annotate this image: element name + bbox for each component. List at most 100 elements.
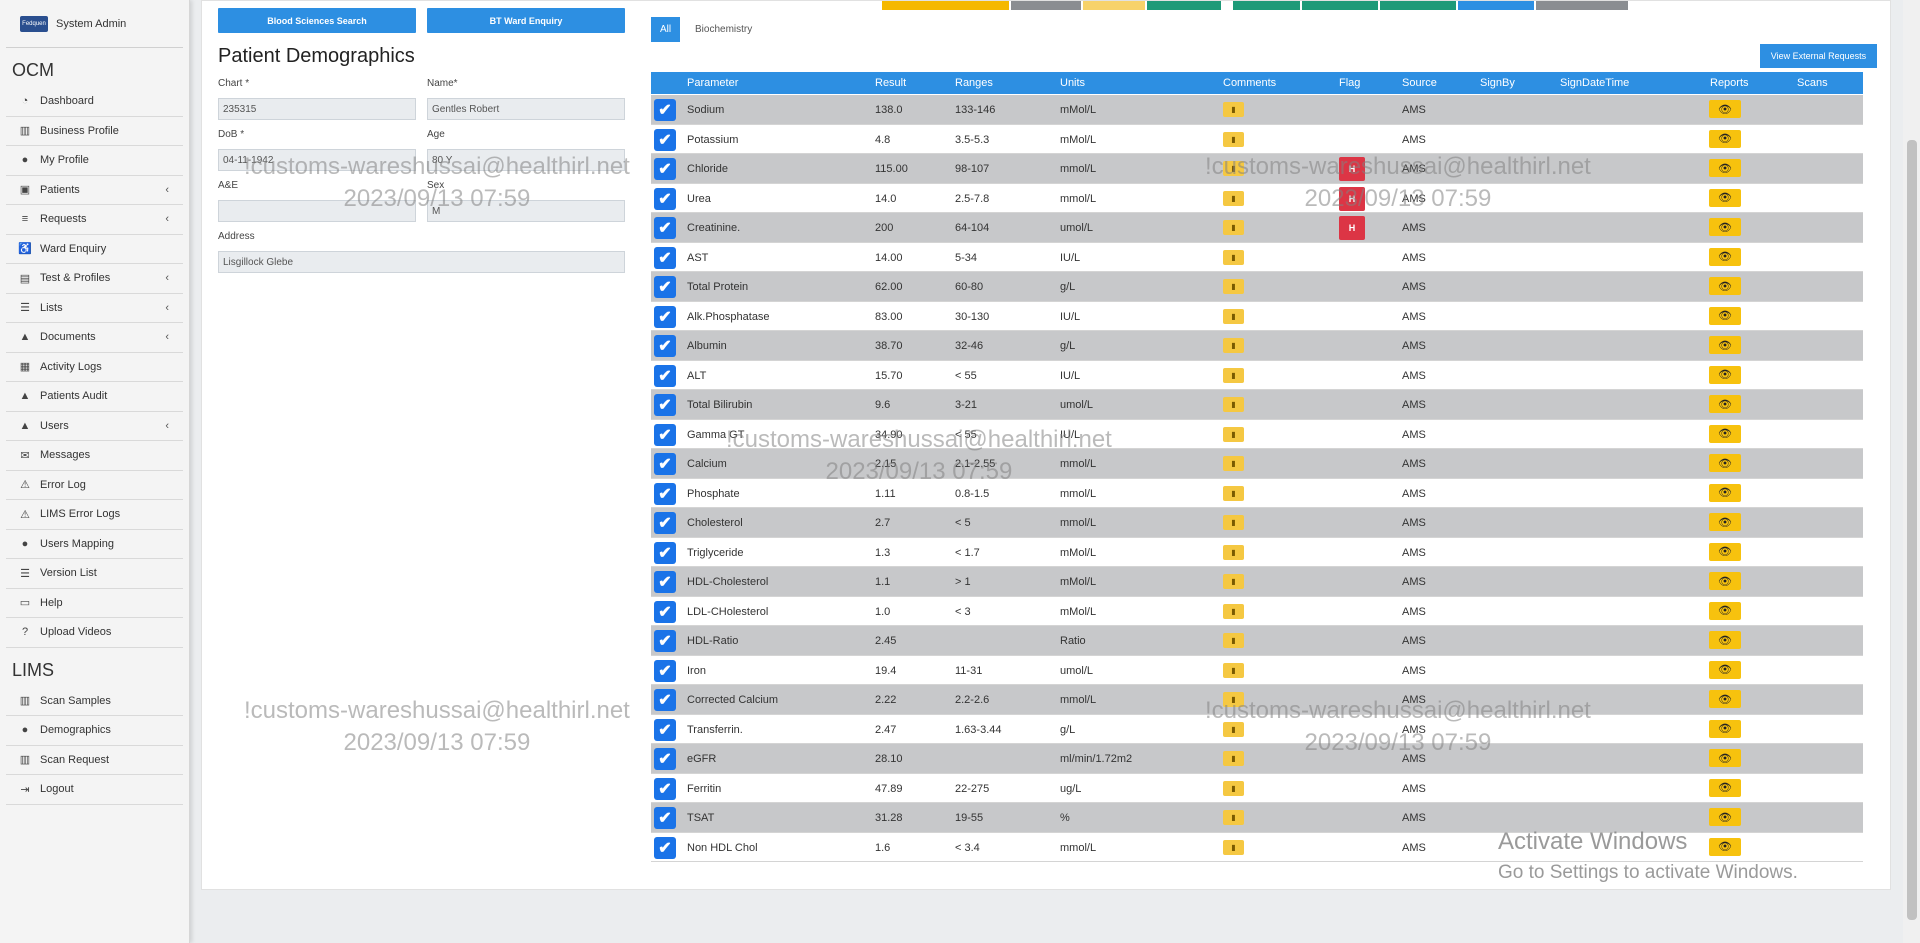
col-source[interactable]: Source <box>1402 77 1437 89</box>
view-report-icon[interactable]: 👁 <box>1709 631 1741 649</box>
col-flag[interactable]: Flag <box>1339 77 1360 89</box>
view-report-icon[interactable]: 👁 <box>1709 424 1741 443</box>
sidebar-item-my-profile[interactable]: ● My Profile <box>6 146 183 176</box>
comment-icon[interactable]: ▮ <box>1223 131 1244 147</box>
view-report-icon[interactable]: 👁 <box>1709 336 1741 354</box>
col-result[interactable]: Result <box>875 77 906 89</box>
row-checkbox[interactable]: ✔ <box>654 423 676 446</box>
comment-icon[interactable]: ▮ <box>1223 633 1244 648</box>
comment-icon[interactable]: ▮ <box>1223 839 1244 855</box>
comment-icon[interactable]: ▮ <box>1223 338 1244 353</box>
row-checkbox[interactable]: ✔ <box>654 748 676 770</box>
row-checkbox[interactable]: ✔ <box>654 659 676 682</box>
address-field[interactable]: Lisgillock Glebe <box>218 251 625 273</box>
view-report-icon[interactable]: 👁 <box>1709 719 1741 738</box>
sidebar-item-patients[interactable]: ▣ Patients ‹ <box>6 176 183 205</box>
sidebar-item-messages[interactable]: ✉ Messages <box>6 441 183 471</box>
row-checkbox[interactable]: ✔ <box>654 187 676 210</box>
col-ranges[interactable]: Ranges <box>955 77 993 89</box>
view-report-icon[interactable]: 👁 <box>1709 601 1741 620</box>
col-signby[interactable]: SignBy <box>1480 77 1515 89</box>
row-checkbox[interactable]: ✔ <box>654 512 676 534</box>
view-external-requests-button[interactable]: View External Requests <box>1760 44 1877 68</box>
view-report-icon[interactable]: 👁 <box>1709 159 1741 177</box>
comment-icon[interactable]: ▮ <box>1223 662 1244 678</box>
view-report-icon[interactable]: 👁 <box>1709 277 1741 295</box>
row-checkbox[interactable]: ✔ <box>654 335 676 357</box>
sex-field[interactable]: M <box>427 200 625 222</box>
blood-sciences-search-button[interactable]: Blood Sciences Search <box>218 8 416 33</box>
category-strip-segment[interactable] <box>1083 1 1145 10</box>
row-checkbox[interactable]: ✔ <box>654 128 676 151</box>
view-report-icon[interactable]: 👁 <box>1709 483 1741 502</box>
row-checkbox[interactable]: ✔ <box>654 571 676 593</box>
view-report-icon[interactable]: 👁 <box>1709 306 1741 325</box>
comment-icon[interactable]: ▮ <box>1223 220 1244 235</box>
row-checkbox[interactable]: ✔ <box>654 246 676 269</box>
comment-icon[interactable]: ▮ <box>1223 190 1244 206</box>
row-checkbox[interactable]: ✔ <box>654 453 676 475</box>
sidebar-item-scan-samples[interactable]: ▥ Scan Samples <box>6 687 183 716</box>
view-report-icon[interactable]: 👁 <box>1709 572 1741 590</box>
row-checkbox[interactable]: ✔ <box>654 217 676 239</box>
col-comments[interactable]: Comments <box>1223 77 1276 89</box>
view-report-icon[interactable]: 👁 <box>1709 778 1741 797</box>
comment-icon[interactable]: ▮ <box>1223 485 1244 501</box>
chart-field[interactable]: 235315 <box>218 98 416 120</box>
tab-biochemistry[interactable]: Biochemistry <box>686 17 761 42</box>
sidebar-item-lims-error-logs[interactable]: ⚠ LIMS Error Logs <box>6 500 183 530</box>
row-checkbox[interactable]: ✔ <box>654 482 676 505</box>
row-checkbox[interactable]: ✔ <box>654 394 676 416</box>
row-checkbox[interactable]: ✔ <box>654 777 676 800</box>
sidebar-item-upload-videos[interactable]: ? Upload Videos <box>6 618 183 648</box>
tab-all[interactable]: All <box>651 17 681 42</box>
view-report-icon[interactable]: 👁 <box>1709 395 1741 413</box>
comment-icon[interactable]: ▮ <box>1223 515 1244 530</box>
category-strip-segment[interactable] <box>1302 1 1378 10</box>
row-checkbox[interactable]: ✔ <box>654 158 676 180</box>
col-scans[interactable]: Scans <box>1797 77 1828 89</box>
comment-icon[interactable]: ▮ <box>1223 456 1244 471</box>
comment-icon[interactable]: ▮ <box>1223 574 1244 589</box>
sidebar-item-logout[interactable]: ⇥ Logout <box>6 775 183 805</box>
sidebar-item-error-log[interactable]: ⚠ Error Log <box>6 471 183 500</box>
view-report-icon[interactable]: 👁 <box>1709 749 1741 767</box>
comment-icon[interactable]: ▮ <box>1223 692 1244 707</box>
comment-icon[interactable]: ▮ <box>1223 161 1244 176</box>
view-report-icon[interactable]: 👁 <box>1709 660 1741 679</box>
dob-field[interactable]: 04-11-1942 <box>218 149 416 171</box>
comment-icon[interactable]: ▮ <box>1223 603 1244 619</box>
sidebar-item-documents[interactable]: ▲ Documents ‹ <box>6 323 183 353</box>
category-strip-segment[interactable] <box>1380 1 1456 10</box>
sidebar-item-patients-audit[interactable]: ▲ Patients Audit <box>6 382 183 412</box>
comment-icon[interactable]: ▮ <box>1223 751 1244 766</box>
sidebar-item-demographics[interactable]: ● Demographics <box>6 716 183 746</box>
category-strip-segment[interactable] <box>1458 1 1534 10</box>
category-strip-segment[interactable] <box>1536 1 1628 10</box>
category-strip-segment[interactable] <box>1147 1 1221 10</box>
sidebar-item-business-profile[interactable]: ▥ Business Profile <box>6 117 183 146</box>
view-report-icon[interactable]: 👁 <box>1709 365 1741 384</box>
sidebar-item-test-profiles[interactable]: ▤ Test & Profiles ‹ <box>6 264 183 294</box>
sidebar-item-dashboard[interactable]: ◔ Dashboard <box>6 87 183 117</box>
view-report-icon[interactable]: 👁 <box>1709 188 1741 207</box>
view-report-icon[interactable]: 👁 <box>1709 247 1741 266</box>
comment-icon[interactable]: ▮ <box>1223 721 1244 737</box>
view-report-icon[interactable]: 👁 <box>1709 513 1741 531</box>
col-signdatetime[interactable]: SignDateTime <box>1560 77 1629 89</box>
page-scrollbar[interactable] <box>1903 0 1920 943</box>
sidebar-item-users[interactable]: ▲ Users ‹ <box>6 412 183 441</box>
view-report-icon[interactable]: 👁 <box>1709 808 1741 826</box>
row-checkbox[interactable]: ✔ <box>654 836 676 859</box>
row-checkbox[interactable]: ✔ <box>654 807 676 829</box>
comment-icon[interactable]: ▮ <box>1223 308 1244 324</box>
col-reports[interactable]: Reports <box>1710 77 1749 89</box>
sidebar-item-version-list[interactable]: ☰ Version List <box>6 559 183 589</box>
bt-ward-enquiry-button[interactable]: BT Ward Enquiry <box>427 8 625 33</box>
category-strip-segment[interactable] <box>882 1 1009 10</box>
row-checkbox[interactable]: ✔ <box>654 276 676 298</box>
view-report-icon[interactable]: 👁 <box>1709 454 1741 472</box>
comment-icon[interactable]: ▮ <box>1223 279 1244 294</box>
sidebar-item-help[interactable]: ▭ Help <box>6 589 183 618</box>
sidebar-item-activity-logs[interactable]: ▦ Activity Logs <box>6 353 183 382</box>
